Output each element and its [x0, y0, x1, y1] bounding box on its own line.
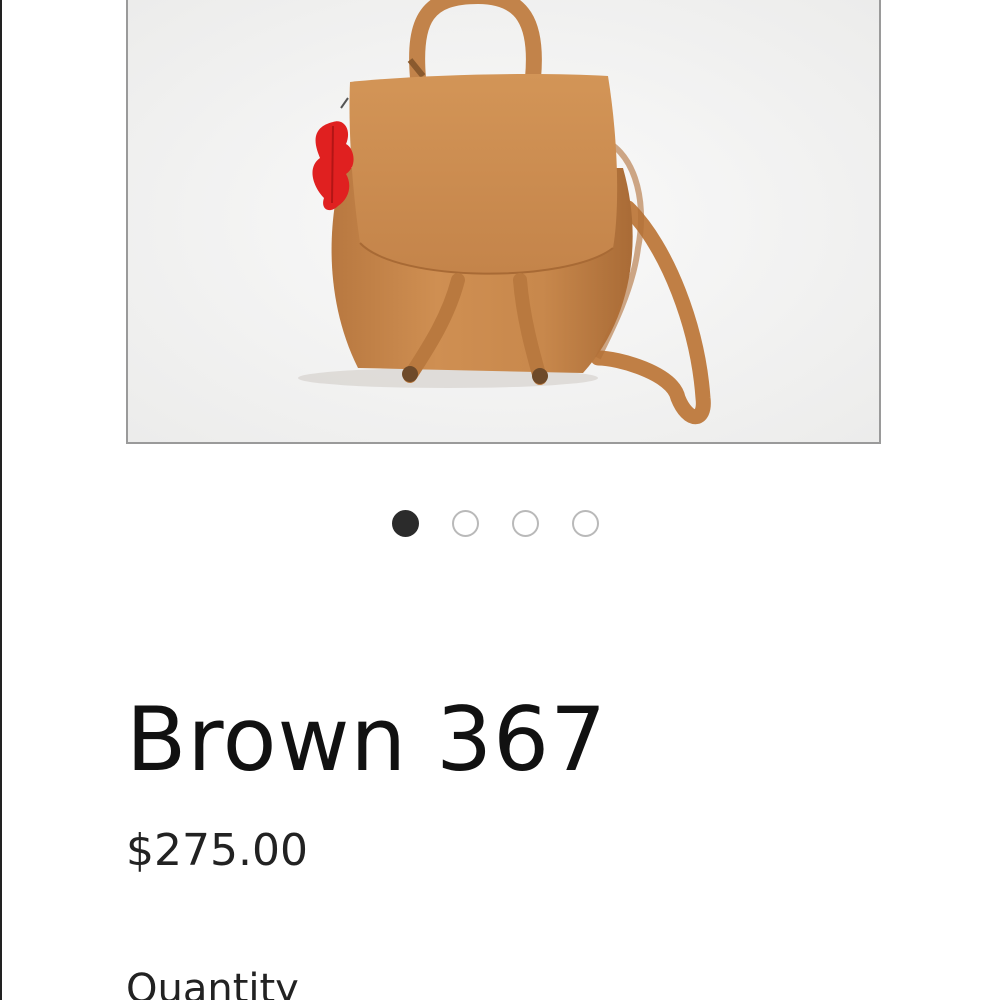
carousel-dot-4[interactable]	[572, 510, 599, 537]
quantity-label: Quantity	[126, 966, 299, 1000]
carousel-dot-2[interactable]	[452, 510, 479, 537]
carousel-dot-3[interactable]	[512, 510, 539, 537]
carousel-dot-1[interactable]	[392, 510, 419, 537]
product-image[interactable]	[126, 0, 881, 444]
image-carousel-dots	[392, 510, 599, 537]
product-title: Brown 367	[126, 688, 608, 791]
product-price: $275.00	[126, 825, 308, 876]
backpack-illustration	[128, 0, 879, 442]
product-page: Brown 367 $275.00 Quantity	[0, 0, 1000, 1000]
left-edge-divider	[0, 0, 2, 1000]
